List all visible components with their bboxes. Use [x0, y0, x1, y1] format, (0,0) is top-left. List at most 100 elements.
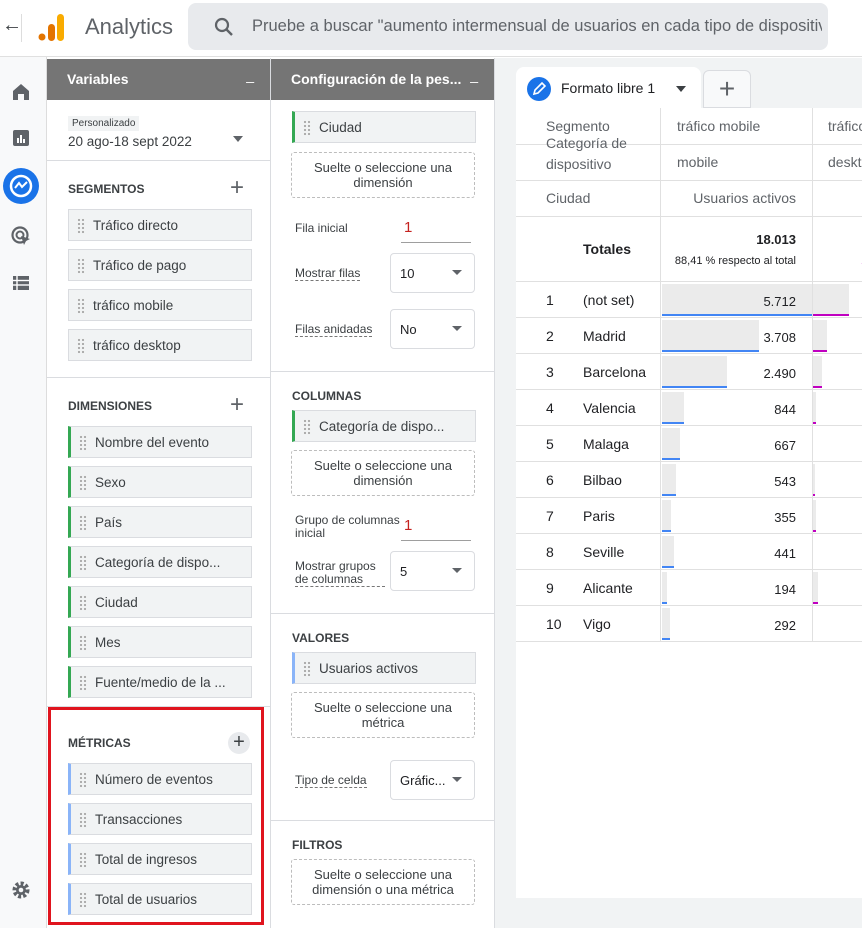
drop-metric[interactable]: Suelte o seleccione una métrica — [291, 692, 475, 738]
chip-label: Tráfico de pago — [93, 258, 187, 273]
drag-handle-icon[interactable] — [79, 555, 87, 571]
totals-label: Totales — [583, 241, 631, 257]
dim-item[interactable]: Fuente/medio de la ... — [68, 666, 252, 698]
dim-item[interactable]: Categoría de dispo... — [68, 546, 252, 578]
arrow-left-icon[interactable]: ← — [0, 14, 22, 42]
dim-item[interactable]: Mes — [68, 626, 252, 658]
search-icon — [214, 17, 233, 36]
start-row-input[interactable]: 1 — [401, 213, 471, 243]
mobile-bar-underline — [662, 314, 812, 316]
reports-icon[interactable] — [10, 127, 32, 149]
desktop-bar-underline — [813, 422, 816, 424]
cell-type-label: Tipo de celda — [295, 773, 367, 788]
dim-item[interactable]: Sexo — [68, 466, 252, 498]
row-value: 2.490 — [763, 366, 796, 381]
start-row-label: Fila inicial — [295, 221, 348, 235]
segment-mobile[interactable]: tráfico mobile — [677, 118, 760, 134]
date-range[interactable]: 20 ago-18 sept 2022 — [68, 134, 192, 149]
row-value: 667 — [774, 438, 796, 453]
dim-item[interactable]: País — [68, 506, 252, 538]
drag-handle-icon[interactable] — [79, 635, 87, 651]
search-input[interactable]: Pruebe a buscar "aumento intermensual de… — [188, 3, 828, 50]
segments-label: SEGMENTOS — [68, 182, 145, 196]
drag-handle-icon[interactable] — [303, 419, 311, 435]
minimize-button[interactable]: _ — [470, 67, 478, 83]
drag-handle-icon[interactable] — [77, 258, 85, 274]
row-number: 2 — [546, 328, 554, 344]
drag-handle-icon[interactable] — [79, 675, 87, 691]
settings-header: Configuración de la pes... _ — [271, 59, 494, 100]
home-icon[interactable] — [10, 81, 32, 103]
mobile-bar-underline — [662, 566, 674, 568]
drop-filter[interactable]: Suelte o seleccione una dimensión o una … — [291, 859, 475, 905]
row-city: Malaga — [583, 436, 629, 452]
desktop-bar — [813, 284, 849, 316]
add-segment-button[interactable]: + — [230, 176, 244, 200]
row-value: 441 — [774, 546, 796, 561]
row-number: 3 — [546, 364, 554, 380]
chip-label: tráfico mobile — [93, 298, 174, 313]
mobile-bar — [662, 536, 674, 568]
chevron-down-icon[interactable] — [233, 136, 243, 147]
start-col-group-input[interactable]: 1 — [401, 511, 471, 541]
drag-handle-icon[interactable] — [77, 338, 85, 354]
chip-label: Categoría de dispo... — [95, 555, 221, 570]
rows-chip[interactable]: Ciudad — [292, 111, 476, 143]
drop-dimension-rows[interactable]: Suelte o seleccione una dimensión — [291, 152, 475, 198]
date-badge: Personalizado — [68, 116, 140, 131]
drag-handle-icon[interactable] — [79, 435, 87, 451]
drop-dimension-columns[interactable]: Suelte o seleccione una dimensión — [291, 450, 475, 496]
advertising-icon[interactable] — [10, 225, 32, 247]
drag-handle-icon[interactable] — [79, 515, 87, 531]
tab-formato-libre-1[interactable]: Formato libre 1 — [516, 67, 701, 109]
row-value: 844 — [774, 402, 796, 417]
device-desktop[interactable]: deskt — [828, 154, 861, 170]
row-value: 194 — [774, 582, 796, 597]
nested-rows-label: Filas anidadas — [295, 322, 373, 337]
drag-handle-icon[interactable] — [77, 298, 85, 314]
row-value: 5.712 — [763, 294, 796, 309]
chip-label: tráfico desktop — [93, 338, 181, 353]
seg-item[interactable]: Tráfico directo — [68, 209, 252, 241]
show-col-groups-select[interactable]: 5 — [390, 551, 475, 591]
cell-type-select[interactable]: Gráfic... — [390, 760, 475, 800]
configure-list-icon[interactable] — [10, 272, 32, 294]
metric-header: Usuarios activos — [693, 190, 796, 206]
row-city: Madrid — [583, 328, 626, 344]
segment-desktop[interactable]: tráfico — [828, 118, 862, 134]
show-rows-select[interactable]: 10 — [390, 253, 475, 293]
search-placeholder: Pruebe a buscar "aumento intermensual de… — [252, 17, 822, 35]
seg-item[interactable]: tráfico mobile — [68, 289, 252, 321]
columns-chip[interactable]: Categoría de dispo... — [292, 410, 476, 442]
dim-item[interactable]: Ciudad — [68, 586, 252, 618]
drag-handle-icon[interactable] — [77, 218, 85, 234]
dim-item[interactable]: Nombre del evento — [68, 426, 252, 458]
chip-label: Fuente/medio de la ... — [95, 675, 226, 690]
nested-rows-select[interactable]: No — [390, 309, 475, 349]
chevron-down-icon[interactable] — [676, 86, 686, 97]
drag-handle-icon[interactable] — [79, 475, 87, 491]
app-name: Analytics — [85, 14, 174, 39]
row-number: 9 — [546, 580, 554, 596]
drag-handle-icon[interactable] — [79, 595, 87, 611]
chip-label: Nombre del evento — [95, 435, 210, 450]
drag-handle-icon[interactable] — [303, 661, 311, 677]
city-header: Ciudad — [546, 190, 591, 206]
add-dimension-button[interactable]: + — [230, 393, 244, 417]
explore-icon[interactable] — [3, 168, 39, 204]
row-value: 292 — [774, 618, 796, 633]
add-tab-button[interactable]: + — [703, 70, 751, 108]
device-mobile[interactable]: mobile — [677, 154, 718, 170]
settings-panel: Configuración de la pes... _ Ciudad Suelt… — [271, 58, 495, 928]
panel-title: Variables — [67, 71, 129, 87]
gear-icon[interactable] — [10, 879, 32, 901]
desktop-bar-underline — [813, 494, 815, 496]
row-city: Seville — [583, 544, 625, 560]
drag-handle-icon[interactable] — [303, 120, 311, 136]
seg-item[interactable]: Tráfico de pago — [68, 249, 252, 281]
desktop-bar — [813, 464, 815, 496]
desktop-bar-underline — [813, 386, 822, 388]
seg-item[interactable]: tráfico desktop — [68, 329, 252, 361]
minimize-button[interactable]: _ — [246, 67, 254, 83]
values-chip[interactable]: Usuarios activos — [292, 652, 476, 684]
